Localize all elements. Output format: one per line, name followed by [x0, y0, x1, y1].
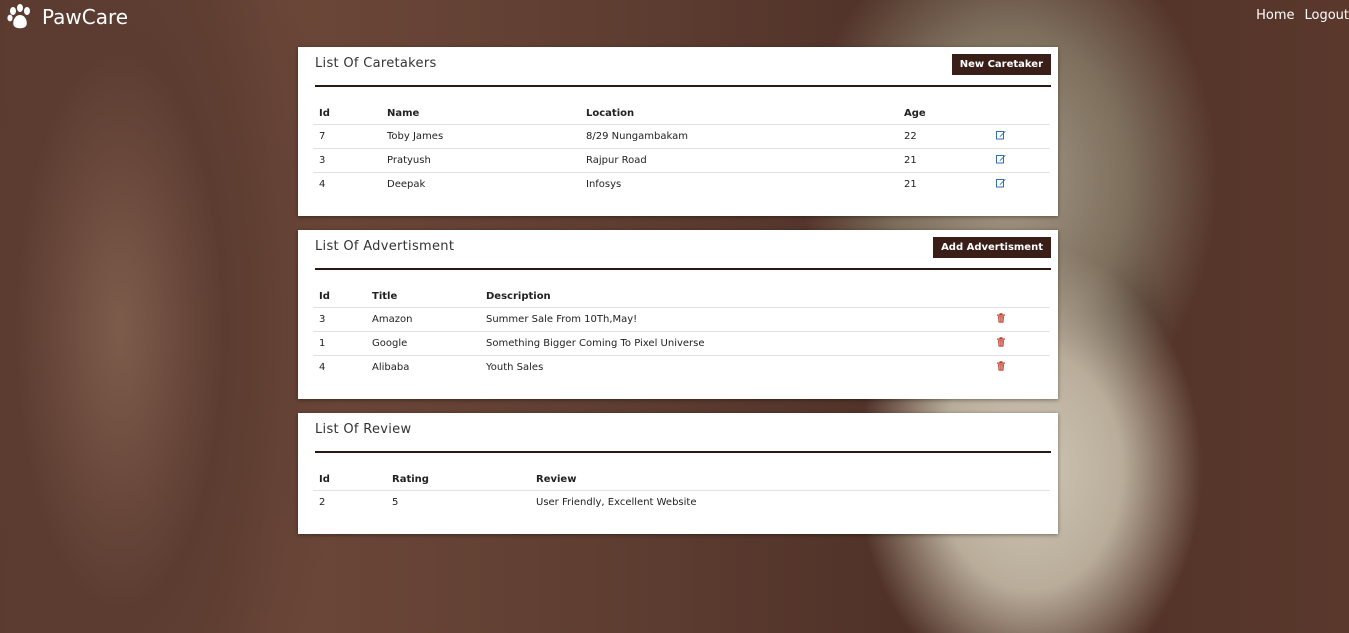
- cell-name: Pratyush: [381, 148, 580, 173]
- nav-logout-link[interactable]: Logout: [1304, 8, 1349, 23]
- cell-title: Google: [366, 331, 480, 356]
- divider: [315, 268, 1051, 270]
- cell-age: 21: [898, 172, 990, 196]
- cell-location: Rajpur Road: [580, 148, 898, 173]
- cell-id: 7: [313, 124, 381, 149]
- table-header-row: Id Rating Review: [313, 468, 1050, 491]
- cell-description: Summer Sale From 10Th,May!: [480, 307, 990, 332]
- divider: [315, 451, 1051, 453]
- reviews-table: Id Rating Review 2 5 User Friendly, Exce…: [313, 468, 1050, 514]
- cell-action: [990, 148, 1050, 173]
- paw-icon: [7, 4, 30, 29]
- cell-name: Deepak: [381, 172, 580, 196]
- col-name: Name: [387, 107, 420, 119]
- new-caretaker-button[interactable]: New Caretaker: [951, 54, 1051, 75]
- cell-id: 4: [313, 172, 381, 196]
- advertisements-title: List Of Advertisment: [315, 239, 455, 254]
- cell-id: 4: [313, 355, 366, 379]
- advertisements-panel: List Of Advertisment Add Advertisment Id…: [298, 230, 1058, 399]
- cell-location: Infosys: [580, 172, 898, 196]
- caretakers-panel: List Of Caretakers New Caretaker Id Name…: [298, 47, 1058, 216]
- edit-icon[interactable]: [996, 154, 1006, 164]
- divider: [315, 85, 1051, 87]
- cell-rating: 5: [386, 490, 530, 514]
- cell-review: User Friendly, Excellent Website: [530, 490, 1050, 514]
- table-row: 4 Alibaba Youth Sales: [313, 355, 1050, 379]
- table-row: 1 Google Something Bigger Coming To Pixe…: [313, 331, 1050, 356]
- col-review: Review: [536, 473, 577, 485]
- cell-title: Alibaba: [366, 355, 480, 379]
- cell-action: [990, 355, 1050, 379]
- cell-action: [990, 124, 1050, 149]
- cell-id: 3: [313, 307, 366, 332]
- col-id: Id: [319, 290, 330, 302]
- cell-action: [990, 172, 1050, 196]
- table-header-row: Id Name Location Age: [313, 102, 1050, 125]
- col-id: Id: [319, 473, 330, 485]
- caretakers-title: List Of Caretakers: [315, 56, 437, 71]
- cell-action: [990, 307, 1050, 332]
- col-title: Title: [372, 290, 398, 302]
- trash-icon[interactable]: [996, 337, 1006, 347]
- cell-name: Toby James: [381, 124, 580, 149]
- reviews-panel: List Of Review Id Rating Review 2 5 User…: [298, 413, 1058, 534]
- table-row: 2 5 User Friendly, Excellent Website: [313, 490, 1050, 514]
- add-advertisement-button[interactable]: Add Advertisment: [933, 237, 1051, 258]
- col-location: Location: [586, 107, 635, 119]
- table-header-row: Id Title Description: [313, 285, 1050, 308]
- nav-links: Home Logout: [1256, 8, 1349, 23]
- col-description: Description: [486, 290, 551, 302]
- col-action: [990, 285, 1050, 308]
- edit-icon[interactable]: [996, 178, 1006, 188]
- col-action: [990, 102, 1050, 125]
- table-row: 4 Deepak Infosys 21: [313, 172, 1050, 196]
- cell-location: 8/29 Nungambakam: [580, 124, 898, 149]
- brand[interactable]: PawCare: [6, 4, 128, 30]
- cell-age: 21: [898, 148, 990, 173]
- cell-age: 22: [898, 124, 990, 149]
- edit-icon[interactable]: [996, 130, 1006, 140]
- advertisements-table: Id Title Description 3 Amazon Summer Sal…: [313, 285, 1050, 379]
- cell-title: Amazon: [366, 307, 480, 332]
- col-age: Age: [904, 107, 926, 119]
- navbar: PawCare Home Logout: [0, 0, 1349, 34]
- col-id: Id: [319, 107, 330, 119]
- table-row: 3 Amazon Summer Sale From 10Th,May!: [313, 307, 1050, 332]
- table-row: 3 Pratyush Rajpur Road 21: [313, 148, 1050, 173]
- cell-description: Something Bigger Coming To Pixel Univers…: [480, 331, 990, 356]
- cell-id: 2: [313, 490, 386, 514]
- nav-home-link[interactable]: Home: [1256, 8, 1294, 23]
- table-row: 7 Toby James 8/29 Nungambakam 22: [313, 124, 1050, 149]
- trash-icon[interactable]: [996, 313, 1006, 323]
- reviews-title: List Of Review: [315, 422, 412, 437]
- col-rating: Rating: [392, 473, 429, 485]
- cell-id: 3: [313, 148, 381, 173]
- trash-icon[interactable]: [996, 361, 1006, 371]
- caretakers-table: Id Name Location Age 7 Toby James 8/29 N…: [313, 102, 1050, 196]
- cell-description: Youth Sales: [480, 355, 990, 379]
- cell-id: 1: [313, 331, 366, 356]
- cell-action: [990, 331, 1050, 356]
- brand-name: PawCare: [42, 5, 129, 29]
